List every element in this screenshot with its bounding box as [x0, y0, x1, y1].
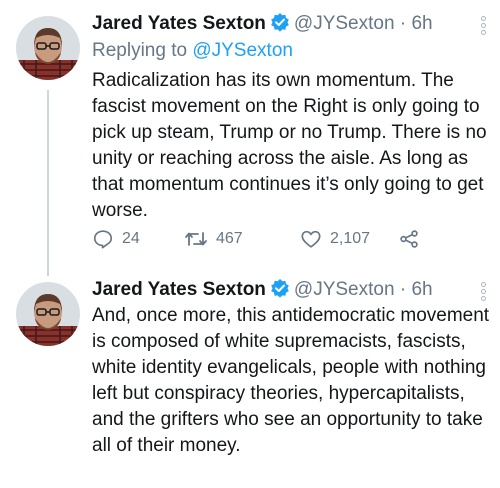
share-icon — [400, 230, 418, 248]
tweet-header: Jared Yates Sexton @JYSexton · 6h — [92, 278, 433, 304]
retweet-button[interactable]: 467 — [184, 228, 243, 250]
verified-badge-icon — [270, 278, 290, 304]
author-name[interactable]: Jared Yates Sexton — [92, 13, 266, 34]
tweet-header: Jared Yates Sexton @JYSexton · 6h — [92, 12, 433, 38]
retweet-count: 467 — [216, 230, 243, 247]
reply-button[interactable]: 24 — [92, 228, 140, 250]
like-button[interactable]: 2,107 — [300, 228, 370, 250]
thread-connector — [47, 90, 49, 276]
author-handle[interactable]: @JYSexton — [294, 13, 395, 34]
tweet-2[interactable]: Jared Yates Sexton @JYSexton · 6h And, on… — [0, 270, 500, 488]
reply-icon — [93, 230, 113, 249]
like-count: 2,107 — [330, 230, 371, 247]
share-button[interactable] — [398, 228, 428, 250]
avatar[interactable] — [16, 282, 80, 346]
more-options-icon[interactable] — [478, 16, 488, 37]
author-name[interactable]: Jared Yates Sexton — [92, 279, 266, 300]
retweet-icon — [185, 232, 207, 246]
verified-badge-icon — [270, 12, 290, 38]
tweet-actions: 24 467 2,107 — [92, 228, 472, 256]
replying-to-label: Replying to — [92, 40, 188, 61]
more-options-icon[interactable] — [478, 282, 488, 303]
timestamp[interactable]: 6h — [411, 13, 432, 34]
tweet-text: Radicalization has its own momentum. The… — [92, 70, 487, 221]
avatar[interactable] — [16, 16, 80, 80]
author-handle[interactable]: @JYSexton — [294, 279, 395, 300]
reply-count: 24 — [122, 230, 140, 247]
tweet-1[interactable]: Jared Yates Sexton @JYSexton · 6h Replyin… — [0, 0, 500, 276]
replying-to-handle[interactable]: @JYSexton — [192, 40, 293, 61]
replying-to: Replying to @JYSexton — [92, 40, 293, 62]
tweet-text: And, once more, this antidemocratic move… — [92, 305, 490, 456]
timestamp[interactable]: 6h — [411, 279, 432, 300]
like-icon — [301, 230, 321, 248]
